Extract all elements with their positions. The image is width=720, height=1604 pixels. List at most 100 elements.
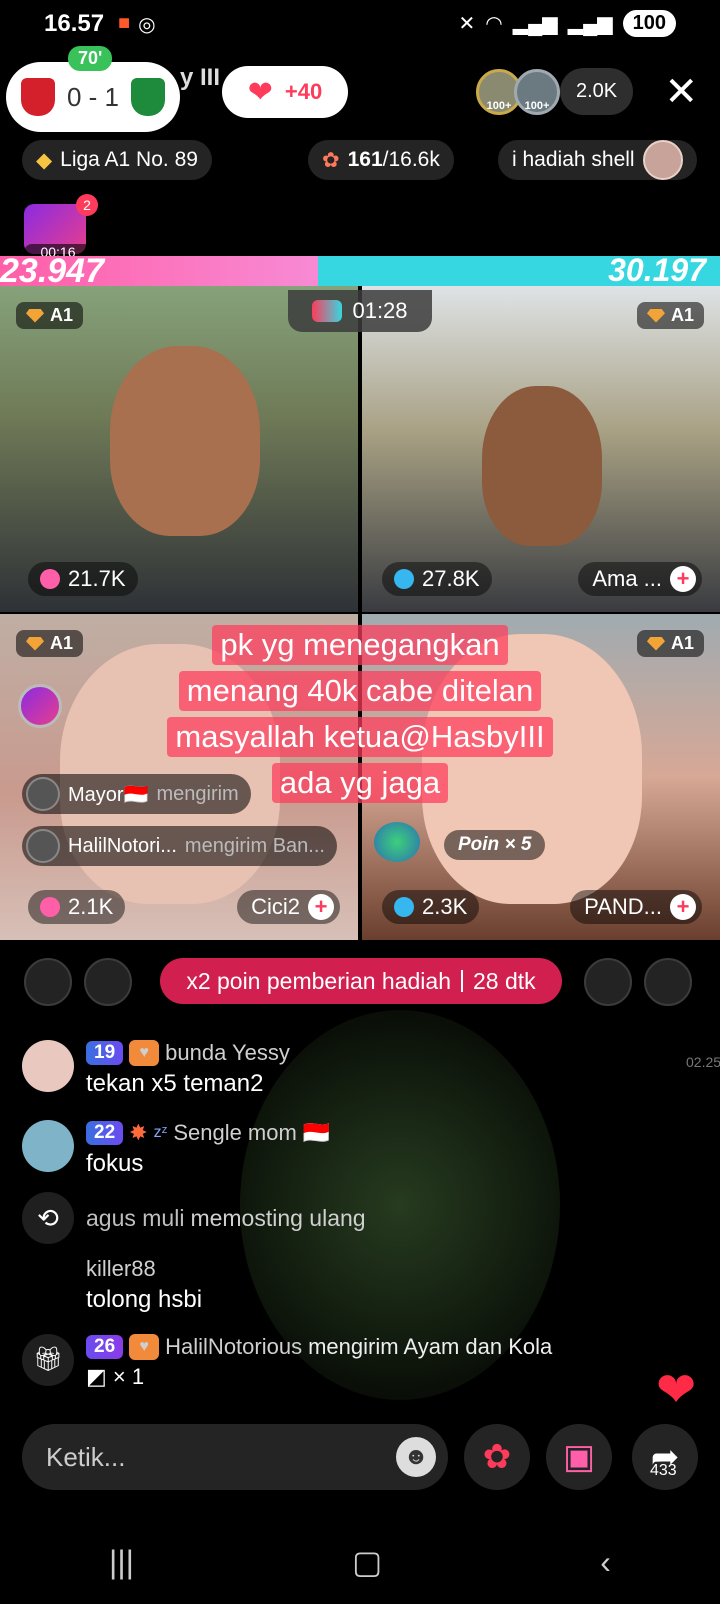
tile-host-name[interactable]: Cici2 + [237, 890, 340, 924]
pk-right-score: 30.197 [608, 252, 706, 288]
gift-shell-chip[interactable]: i hadiah shell [498, 140, 697, 180]
x2-points-banner: x2 poin pemberian hadiah 28 dtk [160, 958, 562, 1004]
side-timestamp: 02.25 [686, 1054, 720, 1070]
close-button[interactable]: ✕ [664, 70, 698, 114]
follow-plus-icon[interactable]: + [670, 566, 696, 592]
diamond-icon [26, 308, 44, 323]
like-count: +40 [284, 79, 323, 104]
share-count: 433 [650, 1462, 677, 1479]
viewer-avatar[interactable]: 100+ [514, 68, 560, 115]
gift-notice: Mayor🇮🇩 mengirim [22, 774, 251, 814]
whatsapp-icon: ◎ [138, 14, 156, 36]
gift-notice: HalilNotori... mengirim Ban... [22, 826, 337, 866]
tile-host-name[interactable]: Ama ... + [578, 562, 702, 596]
system-nav-bar: ||| ▢ ‹ [0, 1520, 720, 1604]
tile-score: 2.3K [382, 890, 480, 924]
chat-message[interactable]: killer88 tolong hsbi [86, 1256, 202, 1314]
pk-timer: 01:28 [288, 290, 432, 332]
gift-button[interactable]: ▣ [546, 1424, 612, 1490]
sleep-icon: zᶻ [153, 1124, 168, 1141]
tile-score: 27.8K [382, 562, 492, 596]
sparkle-icon: ✸ [129, 1120, 148, 1145]
rank-badge: A1 [636, 630, 704, 657]
island-gift-icon [374, 822, 420, 862]
avatar[interactable] [84, 958, 132, 1006]
repost-notice: ⟲ agus muli memosting ulang [22, 1192, 366, 1244]
team-home-crest-icon [20, 78, 55, 116]
video-tile[interactable]: A1 27.8K Ama ... + [362, 286, 720, 612]
chat-message[interactable]: 22 ✸ zᶻ Sengle mom 🇮🇩 fokus [22, 1120, 330, 1178]
diamond-icon: ◆ [36, 148, 53, 172]
chat-username[interactable]: bunda Yessy [165, 1040, 290, 1066]
poin-multiplier: Poin × 5 [444, 830, 546, 860]
comment-placeholder: Ketik... [46, 1441, 126, 1472]
tile-host-name[interactable]: PAND... + [570, 890, 702, 924]
signal-icon-2: ▂▄▆ [567, 13, 613, 35]
mute-icon: ✕ [458, 13, 476, 35]
chat-username[interactable]: Sengle mom 🇮🇩 [173, 1120, 330, 1146]
rank-badge: A1 [16, 630, 84, 657]
diamond-icon [646, 636, 665, 651]
match-minute-badge: 70' [68, 46, 113, 71]
level-badge: 26 [86, 1335, 124, 1359]
clock: 16.57 [44, 10, 105, 37]
viewer-count[interactable]: 2.0K [560, 68, 634, 115]
video-record-icon: ■ [118, 12, 131, 34]
wifi-icon: ◠ [485, 13, 503, 35]
status-bar: 16.57 ■ ◎ ✕ ◠ ▂▄▆ ▂▄▆ 100 [0, 0, 720, 48]
back-icon[interactable]: ‹ [600, 1544, 611, 1581]
avatar[interactable] [22, 1120, 74, 1172]
stopwatch-icon [394, 897, 414, 917]
chat-username[interactable]: HalilNotorious [165, 1334, 302, 1360]
league-chip[interactable]: ◆ Liga A1 No. 89 [22, 140, 212, 180]
avatar[interactable] [22, 1040, 74, 1092]
host-name[interactable]: y III [180, 64, 220, 92]
level-badge: 22 [86, 1121, 124, 1145]
match-score-widget[interactable]: 0 - 1 [6, 62, 180, 132]
avatar[interactable] [24, 958, 72, 1006]
share-button[interactable]: ➦ [632, 1424, 698, 1490]
like-button[interactable]: ❤ +40 [222, 66, 348, 118]
gift-chat-message[interactable]: 🎁︎ 26 ♥ HalilNotorious mengirim Ayam dan Ko… [22, 1334, 552, 1390]
fan-club-icon: ♥ [129, 1040, 160, 1066]
pk-icon [312, 300, 343, 322]
bolt-icon[interactable] [18, 684, 62, 728]
diamond-icon [26, 636, 44, 651]
shell-total: /16.6k [382, 148, 440, 171]
floating-heart-icon: ❤ [656, 1364, 697, 1417]
emoji-icon[interactable]: ☻ [396, 1437, 436, 1477]
food-gift-icon: ◩ [86, 1364, 107, 1389]
rank-badge: A1 [16, 302, 84, 329]
level-badge: 19 [86, 1041, 124, 1065]
tile-score: 2.1K [28, 890, 126, 924]
diamond-icon [646, 308, 665, 323]
shell-icon: ✿ [322, 148, 340, 172]
avatar [26, 829, 60, 863]
chat-text: tolong hsbi [86, 1286, 203, 1313]
avatar[interactable] [584, 958, 632, 1006]
shell-progress-chip[interactable]: ✿ 161/16.6k [308, 140, 454, 180]
comment-input[interactable]: Ketik... ☻ [22, 1424, 448, 1490]
recent-apps-icon[interactable]: ||| [109, 1544, 134, 1581]
home-icon[interactable]: ▢ [352, 1543, 382, 1581]
signal-icon: ▂▄▆ [512, 13, 558, 35]
match-score: 0 - 1 [66, 81, 120, 112]
rose-icon: ✿ [482, 1438, 512, 1476]
top-viewers[interactable]: 100+ 100+ 2.0K [476, 68, 634, 115]
follow-plus-icon[interactable]: + [308, 894, 334, 920]
video-tile[interactable]: A1 21.7K [0, 286, 358, 612]
shell-current: 161 [347, 148, 383, 171]
chat-text: tekan x5 teman2 [86, 1070, 264, 1097]
chat-username[interactable]: killer88 [86, 1256, 156, 1282]
stopwatch-icon [40, 569, 60, 589]
avatar[interactable] [644, 958, 692, 1006]
rose-gift-button[interactable]: ✿ [464, 1424, 530, 1490]
team-away-crest-icon [131, 78, 166, 116]
chat-message[interactable]: 19 ♥ bunda Yessy tekan x5 teman2 [22, 1040, 290, 1098]
gift-icon [642, 140, 683, 180]
gift-shell-label: i hadiah shell [512, 148, 635, 171]
follow-plus-icon[interactable]: + [670, 894, 696, 920]
notification-badge: 2 [76, 194, 98, 216]
rank-badge: A1 [636, 302, 704, 329]
avatar [26, 777, 60, 811]
